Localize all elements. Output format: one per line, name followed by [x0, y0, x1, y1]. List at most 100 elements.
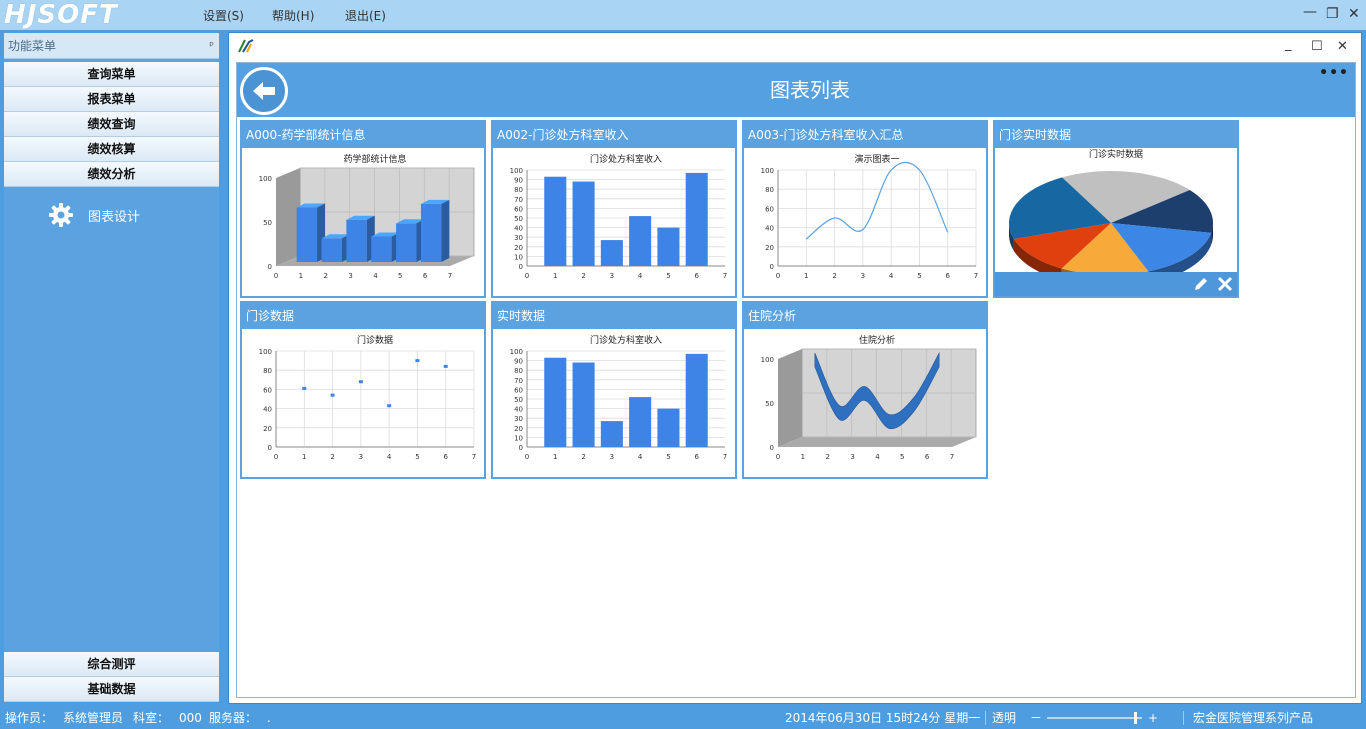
floor	[778, 437, 976, 447]
sidebar-title: 功能菜单	[8, 39, 57, 53]
y-tick-label: 10	[514, 434, 523, 442]
chart-card-inpatient-analysis[interactable]: 住院分析 住院分析 0 50 100 0 1 2 3 4 5 6 7	[742, 301, 988, 479]
x-tick-label: 6	[694, 272, 699, 280]
chart-card-a003[interactable]: A003-门诊处方科室收入汇总 演示图表一 0 20 40 60 80 100 0 1 2 3 4 5 6…	[742, 120, 988, 298]
server-label: 服务器：	[209, 711, 258, 725]
x-tick-label: 4	[638, 272, 643, 280]
delete-x-icon[interactable]	[1215, 274, 1235, 294]
x-tick-label: 4	[373, 272, 378, 280]
transparency-increase-button[interactable]: +	[1148, 707, 1158, 729]
pin-icon[interactable]: ᵖ	[209, 33, 214, 59]
chart-card-a000[interactable]: A000-药学部统计信息 药学部统计信息 0 50 100 0 1 2 3 4 5 6 7	[240, 120, 486, 298]
x-tick-label: 7	[448, 272, 452, 280]
chart-card-realtime-data[interactable]: 实时数据 门诊处方科室收入 0 10 20 30 40 50 60 70 80 90 100 0 1 2 3 4…	[491, 301, 737, 479]
bar	[544, 176, 567, 266]
bar-front	[371, 236, 392, 262]
y-tick-label: 60	[263, 386, 272, 394]
bar	[600, 240, 623, 266]
gear-icon	[49, 203, 73, 227]
data-point	[387, 404, 392, 408]
bar-front	[346, 219, 367, 262]
sidebar-comprehensive-eval[interactable]: 综合测评	[4, 652, 219, 677]
x-tick-label: 7	[723, 453, 727, 461]
transparency-slider-thumb[interactable]	[1134, 712, 1138, 724]
chart-card-outpatient-data[interactable]: 门诊数据 门诊数据 0 20 40 60 80 100 0 1 2 3 4 5 6 7	[240, 301, 486, 479]
card-title: 住院分析	[744, 303, 986, 329]
product-name: 宏金医院管理系列产品	[1193, 711, 1314, 725]
menu-help[interactable]: 帮助(H)	[272, 7, 314, 24]
chart-a000: 药学部统计信息 0 50 100 0 1 2 3 4 5 6 7	[259, 153, 475, 280]
chart-title: 演示图表一	[854, 153, 899, 165]
y-tick-label: 40	[514, 406, 523, 414]
y-tick-label: 20	[765, 244, 774, 252]
more-options-icon[interactable]: •••	[1319, 65, 1349, 81]
y-tick-label: 30	[514, 415, 523, 423]
chart-card-a002[interactable]: A002-门诊处方科室收入 门诊处方科室收入 0 10 20 30 40 50 60 70 80 9…	[491, 120, 737, 298]
sidebar-query-menu[interactable]: 查询菜单	[4, 62, 219, 87]
x-tick-label: 0	[776, 453, 780, 461]
x-tick-label: 2	[581, 453, 585, 461]
minimize-icon[interactable]: _	[1285, 37, 1292, 52]
sidebar-report-menu[interactable]: 报表菜单	[4, 87, 219, 112]
x-tick-label: 2	[323, 272, 327, 280]
data-point	[443, 364, 448, 368]
card-title: 门诊实时数据	[995, 122, 1237, 148]
sidebar-basic-data[interactable]: 基础数据	[4, 677, 219, 702]
chart-title: 门诊实时数据	[1089, 148, 1143, 160]
bar-front	[296, 207, 318, 262]
x-tick-label: 1	[553, 272, 557, 280]
card-title: 实时数据	[493, 303, 735, 329]
y-tick-label: 0	[770, 444, 774, 452]
bar	[296, 203, 326, 262]
maximize-icon[interactable]: ☐	[1311, 39, 1323, 54]
x-tick-label: 1	[299, 272, 303, 280]
function-sidebar: 功能菜单 ᵖ 查询菜单 报表菜单 绩效查询 绩效核算 绩效分析 图表设计 综合测…	[4, 33, 219, 702]
close-icon[interactable]: ✕	[1348, 6, 1360, 22]
server-value: .	[267, 711, 271, 725]
edit-pencil-icon[interactable]	[1191, 274, 1211, 294]
page-title: 图表列表	[770, 78, 850, 102]
restore-icon[interactable]: ❐	[1326, 6, 1339, 22]
y-tick-label: 100	[761, 167, 774, 175]
bar	[346, 215, 375, 262]
side-wall	[276, 168, 300, 266]
menu-settings[interactable]: 设置(S)	[203, 7, 244, 24]
data-point	[415, 359, 420, 363]
chart-inpatient-analysis: 住院分析 0 50 100 0 1 2 3 4 5 6 7	[761, 334, 977, 461]
y-tick-label: 100	[510, 348, 523, 356]
bar-front	[420, 203, 442, 262]
x-tick-label: 1	[553, 453, 557, 461]
bar	[657, 227, 680, 266]
sidebar-perf-accounting[interactable]: 绩效核算	[4, 137, 219, 162]
y-tick-label: 70	[514, 196, 523, 204]
x-tick-label: 0	[525, 453, 529, 461]
separator	[985, 711, 986, 725]
x-tick-label: 2	[330, 453, 334, 461]
x-tick-label: 5	[415, 453, 419, 461]
sidebar-perf-analysis[interactable]: 绩效分析	[4, 162, 219, 187]
sidebar-item-chart-design[interactable]: 图表设计	[4, 197, 219, 233]
y-tick-label: 0	[268, 444, 272, 452]
chart-card-realtime-outpatient[interactable]: 门诊实时数据 门诊实时数据	[993, 120, 1239, 298]
y-tick-label: 80	[514, 186, 523, 194]
y-tick-label: 60	[514, 386, 523, 394]
transparency-slider[interactable]	[1047, 717, 1142, 719]
data-point	[302, 386, 307, 390]
menu-exit[interactable]: 退出(E)	[345, 7, 386, 24]
x-tick-label: 0	[274, 272, 278, 280]
card-actions-bar	[995, 272, 1237, 296]
separator	[1183, 711, 1184, 725]
x-tick-label: 3	[610, 453, 614, 461]
minimize-icon[interactable]: —	[1303, 4, 1317, 20]
y-tick-label: 10	[514, 253, 523, 261]
close-icon[interactable]: ✕	[1337, 39, 1348, 54]
chart-outpatient-data: 门诊数据 0 20 40 60 80 100 0 1 2 3 4 5 6 7	[259, 334, 477, 461]
y-tick-label: 40	[263, 406, 272, 414]
transparency-decrease-button[interactable]: －	[1030, 707, 1042, 729]
y-tick-label: 40	[765, 225, 774, 233]
y-tick-label: 50	[514, 215, 523, 223]
chart-list-window: _ ☐ ✕ 图表列表 ••• A000-药学部统计信息 药学部统计信息 0 50 10…	[228, 32, 1362, 704]
x-tick-label: 5	[666, 272, 670, 280]
sidebar-perf-query[interactable]: 绩效查询	[4, 112, 219, 137]
x-tick-label: 4	[387, 453, 392, 461]
